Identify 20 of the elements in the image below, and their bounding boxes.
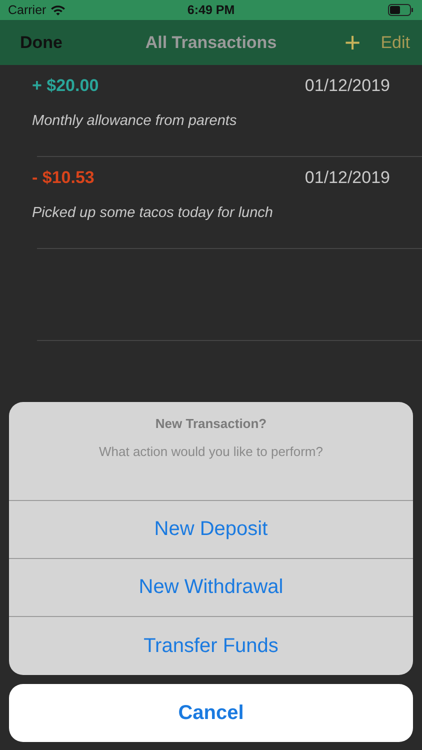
sheet-title: New Transaction? <box>155 416 267 431</box>
carrier-label: Carrier <box>8 3 46 17</box>
action-button[interactable]: New Deposit <box>9 501 413 559</box>
transaction-date: 01/12/2019 <box>304 168 390 188</box>
battery-icon <box>388 4 414 16</box>
transaction-amount: + $20.00 <box>32 76 99 96</box>
transaction-amount: - $10.53 <box>32 168 94 188</box>
cancel-button[interactable]: Cancel <box>9 684 413 742</box>
add-button[interactable]: + <box>344 28 361 56</box>
transaction-date: 01/12/2019 <box>304 76 390 96</box>
transaction-description: Monthly allowance from parents <box>32 113 238 129</box>
edit-button[interactable]: Edit <box>380 32 410 52</box>
nav-title: All Transactions <box>145 32 277 52</box>
action-button[interactable]: Transfer Funds <box>9 617 413 675</box>
status-time: 6:49 PM <box>187 3 235 17</box>
done-button[interactable]: Done <box>20 32 62 52</box>
transaction-description: Picked up some tacos today for lunch <box>32 205 274 221</box>
wifi-icon <box>50 4 66 16</box>
action-button[interactable]: New Withdrawal <box>9 559 413 617</box>
sheet-message: What action would you like to perform? <box>99 444 323 459</box>
